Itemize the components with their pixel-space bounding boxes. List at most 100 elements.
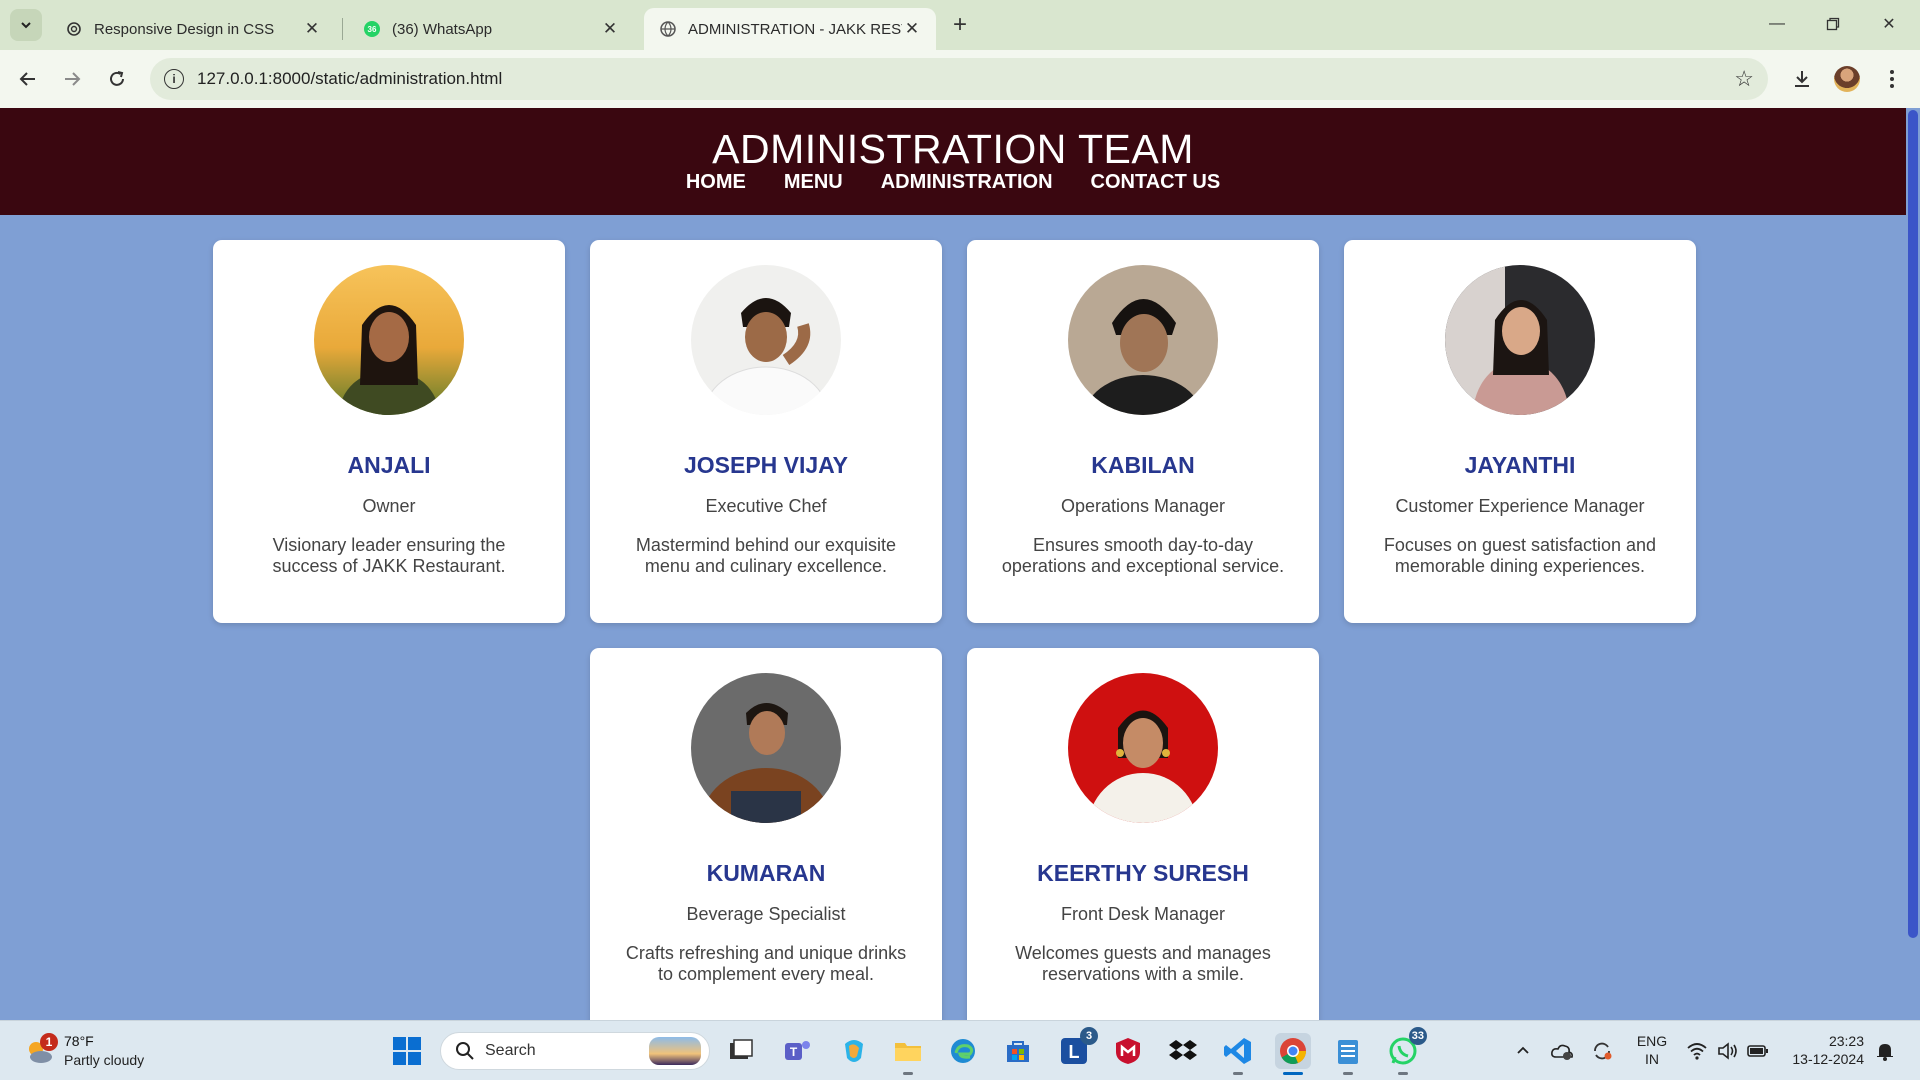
- browser-menu-button[interactable]: [1876, 63, 1908, 95]
- new-tab-button[interactable]: +: [946, 11, 974, 39]
- task-view-icon: [730, 1039, 753, 1059]
- store-button[interactable]: [1000, 1033, 1036, 1069]
- page-viewport: ADMINISTRATION TEAM HOME MENU ADMINISTRA…: [0, 108, 1920, 1020]
- weather-alert-badge: 1: [40, 1033, 58, 1051]
- taskbar-clock[interactable]: 23:23 13-12-2024: [1784, 1032, 1864, 1068]
- clock-date: 13-12-2024: [1792, 1051, 1864, 1067]
- nav-link-menu[interactable]: MENU: [784, 171, 843, 194]
- team-member-photo: [1068, 265, 1218, 415]
- battery-tray-button[interactable]: [1743, 1031, 1773, 1071]
- volume-tray-button[interactable]: [1713, 1031, 1743, 1071]
- tab-whatsapp[interactable]: 36 (36) WhatsApp ✕: [348, 8, 634, 50]
- team-member-photo: [314, 265, 464, 415]
- running-indicator: [1343, 1072, 1353, 1075]
- search-label: Search: [485, 1042, 536, 1059]
- tab-title: ADMINISTRATION - JAKK RESTA: [688, 20, 902, 38]
- input-language-indicator[interactable]: ENG IN: [1634, 1032, 1670, 1068]
- nav-link-home[interactable]: HOME: [686, 171, 746, 194]
- reload-icon: [110, 71, 124, 86]
- team-member-name: ANJALI: [347, 452, 431, 478]
- language-code: ENG: [1636, 1033, 1668, 1049]
- nav-link-contact-us[interactable]: CONTACT US: [1091, 171, 1221, 194]
- url-text[interactable]: 127.0.0.1:8000/static/administration.htm…: [197, 69, 502, 89]
- search-icon: [456, 1042, 474, 1060]
- notifications-button[interactable]: [1870, 1031, 1900, 1071]
- scrollbar-thumb[interactable]: [1908, 110, 1918, 938]
- forward-button[interactable]: [56, 63, 88, 95]
- team-member-description: Visionary leader ensuring the success of…: [272, 535, 506, 576]
- l-app-button[interactable]: L 3: [1056, 1027, 1098, 1069]
- svg-text:T: T: [790, 1045, 798, 1059]
- close-tab-icon[interactable]: ✕: [600, 19, 620, 39]
- dropbox-button[interactable]: [1165, 1033, 1201, 1069]
- nav-link-administration[interactable]: ADMINISTRATION: [881, 171, 1053, 194]
- whatsapp-button[interactable]: 33: [1385, 1027, 1427, 1075]
- team-member-photo: [691, 673, 841, 823]
- team-member-description: Crafts refreshing and unique drinks to c…: [625, 943, 907, 984]
- windows-icon: [393, 1037, 421, 1065]
- profile-avatar: [1834, 66, 1860, 92]
- folder-icon: [895, 1043, 921, 1061]
- reload-button[interactable]: [101, 63, 133, 95]
- mcafee-button[interactable]: [1110, 1033, 1146, 1069]
- notepad-button[interactable]: [1330, 1033, 1366, 1075]
- chrome-button[interactable]: [1275, 1033, 1311, 1075]
- tab-divider: [342, 18, 343, 40]
- profile-button[interactable]: [1831, 63, 1863, 95]
- svg-text:36: 36: [368, 25, 377, 34]
- team-card: ANJALI Owner Visionary leader ensuring t…: [213, 240, 565, 623]
- back-button[interactable]: [12, 63, 44, 95]
- main-nav: HOME MENU ADMINISTRATION CONTACT US: [0, 171, 1906, 194]
- chrome-icon: [1280, 1038, 1306, 1065]
- copilot-button[interactable]: [836, 1033, 872, 1069]
- windows-taskbar: 1 78°F Partly cloudy Search T L 3 33 ENG…: [0, 1020, 1920, 1080]
- site-info-icon[interactable]: i: [164, 69, 184, 89]
- task-view-button[interactable]: [723, 1033, 759, 1069]
- tab-administration[interactable]: ADMINISTRATION - JAKK RESTA ✕: [644, 8, 936, 50]
- teams-button[interactable]: T: [780, 1033, 816, 1069]
- sync-tray-button[interactable]: [1586, 1031, 1618, 1071]
- show-hidden-icons-button[interactable]: [1508, 1031, 1538, 1071]
- team-member-photo: [1068, 673, 1218, 823]
- team-member-name: KABILAN: [1091, 452, 1195, 478]
- tab-title: Responsive Design in CSS: [94, 20, 275, 38]
- page-scrollbar[interactable]: [1906, 108, 1920, 1020]
- search-highlight-image: [649, 1037, 701, 1065]
- team-member-description: Focuses on guest satisfaction and memora…: [1383, 535, 1657, 576]
- bookmark-star-icon[interactable]: ☆: [1734, 66, 1754, 92]
- close-tab-icon[interactable]: ✕: [302, 19, 322, 39]
- downloads-button[interactable]: [1786, 63, 1818, 95]
- close-window-button[interactable]: ✕: [1866, 8, 1912, 40]
- vscode-icon: [1224, 1038, 1251, 1064]
- team-member-photo: [691, 265, 841, 415]
- close-tab-icon[interactable]: ✕: [902, 19, 922, 39]
- file-explorer-button[interactable]: [890, 1033, 926, 1075]
- taskbar-search[interactable]: Search: [440, 1032, 710, 1070]
- address-bar[interactable]: i 127.0.0.1:8000/static/administration.h…: [150, 58, 1768, 100]
- weather-widget[interactable]: 1 78°F Partly cloudy: [22, 1031, 202, 1073]
- team-member-role: Customer Experience Manager: [1395, 496, 1645, 516]
- minimize-button[interactable]: —: [1754, 8, 1800, 40]
- wifi-icon: [1687, 1043, 1707, 1060]
- restore-icon: [1826, 17, 1840, 31]
- battery-icon: [1747, 1045, 1768, 1057]
- bell-icon: [1877, 1044, 1893, 1061]
- speaker-icon: [1718, 1042, 1737, 1060]
- active-indicator: [1283, 1072, 1303, 1075]
- copilot-icon: [845, 1040, 863, 1062]
- tab-search-button[interactable]: [10, 9, 42, 41]
- vscode-button[interactable]: [1220, 1033, 1256, 1075]
- chevron-up-icon: [1517, 1046, 1529, 1054]
- edge-button[interactable]: [945, 1033, 981, 1069]
- team-member-role: Operations Manager: [1060, 496, 1226, 516]
- team-member-name: KUMARAN: [706, 860, 826, 886]
- openai-icon: [67, 22, 81, 36]
- mcafee-shield-icon: [1116, 1038, 1140, 1064]
- running-indicator: [1233, 1072, 1243, 1075]
- onedrive-tray-button[interactable]: [1546, 1031, 1578, 1071]
- start-button[interactable]: [389, 1033, 425, 1069]
- restore-button[interactable]: [1810, 8, 1856, 40]
- team-member-role: Front Desk Manager: [1060, 904, 1226, 924]
- tab-responsive-design[interactable]: Responsive Design in CSS ✕: [50, 8, 336, 50]
- wifi-tray-button[interactable]: [1682, 1031, 1712, 1071]
